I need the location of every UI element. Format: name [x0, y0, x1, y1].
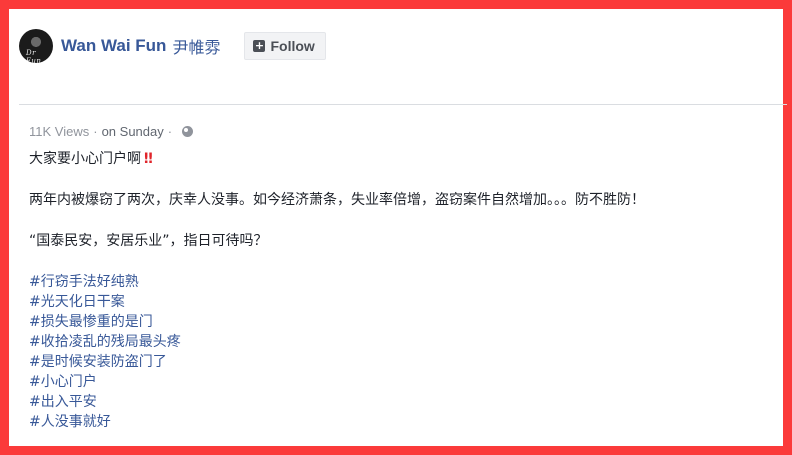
- double-exclamation-icon: !!: [143, 151, 154, 167]
- meta-separator: ·: [93, 124, 98, 139]
- meta-separator-2: ·: [167, 124, 173, 139]
- post-line-1-text: 大家要小心门户啊: [29, 151, 141, 167]
- header-divider: [19, 104, 787, 105]
- author-name[interactable]: Wan Wai Fun: [61, 36, 166, 56]
- hashtag-link[interactable]: #小心门户: [29, 372, 784, 392]
- author-name-chinese[interactable]: 尹帷雰: [172, 34, 220, 58]
- view-count: 11K Views: [29, 124, 90, 139]
- post-header: Dr Fun Wan Wai Fun 尹帷雰 + Follow: [19, 20, 326, 72]
- follow-button[interactable]: + Follow: [244, 32, 326, 60]
- avatar-signature: Dr Fun: [26, 49, 42, 63]
- hashtag-link[interactable]: #人没事就好: [29, 412, 784, 432]
- post-date-link[interactable]: on Sunday: [102, 124, 164, 139]
- post-paragraph-3: “国泰民安，安居乐业”，指日可待吗？: [29, 233, 268, 249]
- post-line-1: 大家要小心门户啊!!: [29, 149, 784, 169]
- post-body: 大家要小心门户啊!! 两年内被爆窃了两次，庆幸人没事。如今经济萧条，失业率倍增，…: [29, 149, 784, 432]
- hashtag-link[interactable]: #光天化日干案: [29, 292, 784, 312]
- plus-icon: +: [253, 39, 266, 52]
- hashtag-link[interactable]: #收拾凌乱的残局最头疼: [29, 332, 784, 352]
- avatar[interactable]: Dr Fun: [19, 29, 53, 63]
- post-paragraph-2: 两年内被爆窃了两次，庆幸人没事。如今经济萧条，失业率倍增，盗窃案件自然增加。。。…: [29, 192, 645, 208]
- hashtag-link[interactable]: #损失最惨重的是门: [29, 312, 784, 332]
- hashtag-link[interactable]: #是时候安装防盗门了: [29, 352, 784, 372]
- post-frame: Dr Fun Wan Wai Fun 尹帷雰 + Follow 11K View…: [0, 0, 792, 455]
- post-meta: 11K Views · on Sunday ·: [29, 124, 194, 139]
- globe-icon[interactable]: [182, 126, 194, 137]
- hashtag-link[interactable]: #行窃手法好纯熟: [29, 272, 784, 292]
- hashtag-link[interactable]: #出入平安: [29, 392, 784, 412]
- follow-label: Follow: [270, 38, 315, 54]
